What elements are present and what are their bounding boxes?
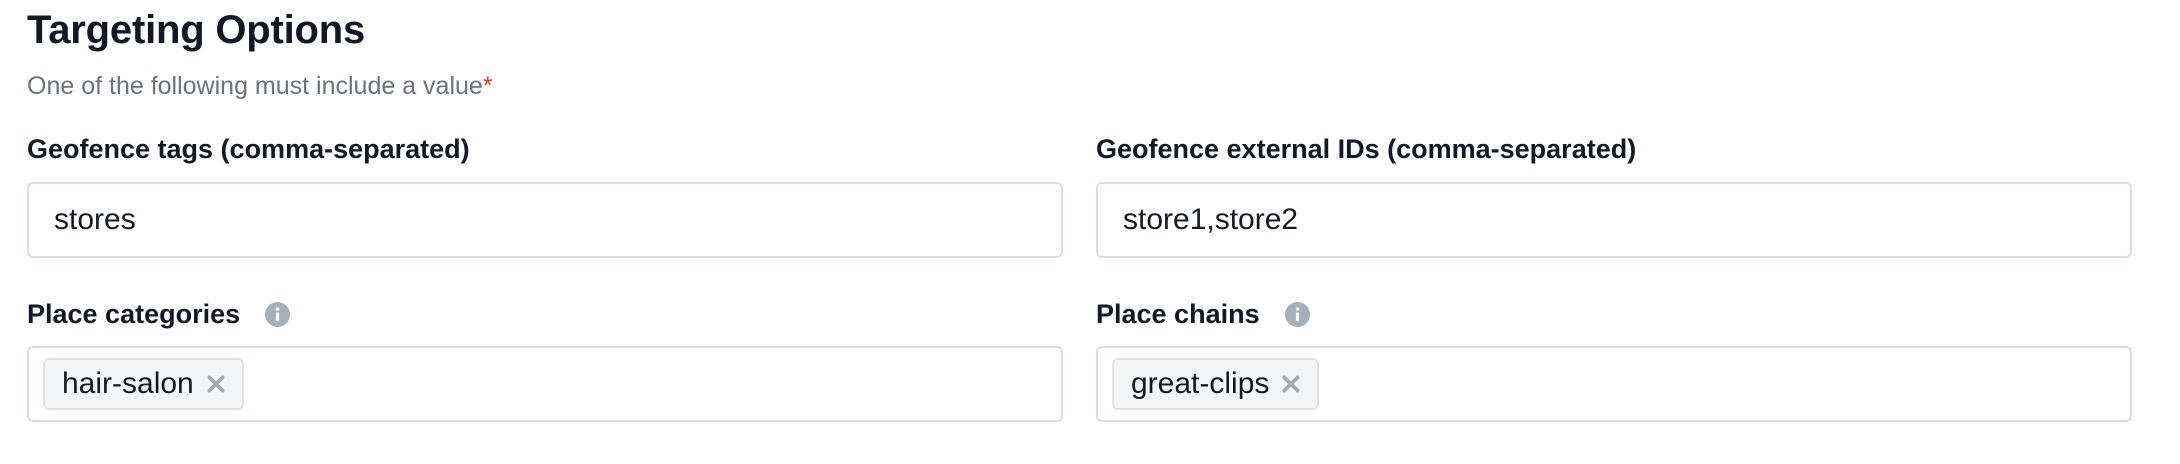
section-subtitle: One of the following must include a valu… xyxy=(27,72,493,101)
place-chains-field[interactable]: great-clips xyxy=(1096,346,2132,422)
required-asterisk: * xyxy=(482,72,493,100)
targeting-options-section: Targeting Options One of the following m… xyxy=(0,0,2180,464)
remove-tag-icon[interactable] xyxy=(204,372,228,396)
geofence-tags-field[interactable] xyxy=(27,182,1063,258)
geofence-external-ids-field[interactable] xyxy=(1096,182,2132,258)
place-chains-label: Place chains xyxy=(1096,299,1310,330)
tag-chip: hair-salon xyxy=(43,358,244,410)
geofence-external-ids-label: Geofence external IDs (comma-separated) xyxy=(1096,134,1636,165)
geofence-tags-label: Geofence tags (comma-separated) xyxy=(27,134,470,165)
info-icon[interactable] xyxy=(265,302,291,327)
geofence-tags-label-text: Geofence tags (comma-separated) xyxy=(27,134,470,164)
place-categories-label: Place categories xyxy=(27,299,291,330)
place-categories-field[interactable]: hair-salon xyxy=(27,346,1063,422)
place-chains-label-text: Place chains xyxy=(1096,299,1260,329)
geofence-external-ids-input[interactable] xyxy=(1098,184,2130,256)
info-icon[interactable] xyxy=(1284,302,1310,327)
tag-chip: great-clips xyxy=(1112,358,1320,410)
geofence-external-ids-label-text: Geofence external IDs (comma-separated) xyxy=(1096,134,1637,164)
subtitle-text: One of the following must include a valu… xyxy=(27,72,483,100)
tag-chip-label: great-clips xyxy=(1131,367,1270,400)
remove-tag-icon[interactable] xyxy=(1279,372,1303,396)
place-categories-label-text: Place categories xyxy=(27,299,241,329)
section-title: Targeting Options xyxy=(27,8,366,52)
tag-chip-label: hair-salon xyxy=(62,367,194,400)
geofence-tags-input[interactable] xyxy=(29,184,1061,256)
